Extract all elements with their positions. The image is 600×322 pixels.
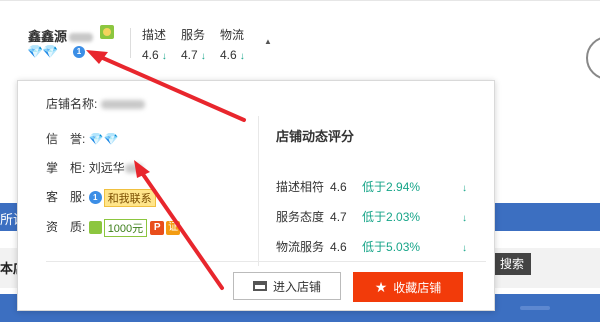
service-badge-icon: 1 <box>73 46 85 58</box>
score-label: 描述 <box>142 28 167 42</box>
score-logistics: 物流 4.6 ↓ <box>220 26 245 62</box>
dynamic-rating-row: 物流服务 4.6 低于5.03% ↓ <box>276 238 467 255</box>
rating-compare: 低于5.03% <box>362 240 421 254</box>
down-arrow-icon: ↓ <box>200 51 206 62</box>
search-button[interactable]: 搜索 <box>493 253 531 275</box>
credit-row: 信 誉: 💎💎 <box>46 130 119 147</box>
cs-label: 客 服: <box>46 190 86 204</box>
blurred-name <box>69 33 94 43</box>
blurred-shop-name <box>100 100 145 110</box>
caret-up-icon[interactable]: ▲ <box>264 37 272 46</box>
shop-name-label: 店铺名称: <box>46 97 98 111</box>
rating-compare: 低于2.03% <box>362 210 421 224</box>
owner-name: 刘远华 <box>88 161 125 175</box>
rating-label: 物流服务 <box>276 240 325 254</box>
score-label: 物流 <box>220 28 245 42</box>
enter-shop-label: 进入店铺 <box>272 279 321 294</box>
p-badge-icon[interactable]: P <box>150 220 165 235</box>
qualification-label: 资 质: <box>46 220 86 234</box>
rating-value: 4.6 <box>330 240 347 254</box>
credit-label: 信 誉: <box>46 132 86 146</box>
blurred-owner <box>124 164 143 174</box>
qualification-row: 资 质: 1000元 P 证 <box>46 218 181 237</box>
wangwang-icon[interactable] <box>100 25 114 39</box>
rating-label: 描述相符 <box>276 180 325 194</box>
contact-me-button[interactable]: 和我联系 <box>103 188 156 207</box>
favorite-shop-label: 收藏店铺 <box>393 280 442 295</box>
rating-value: 4.6 <box>330 180 347 194</box>
deposit-amount[interactable]: 1000元 <box>103 218 148 237</box>
header-divider <box>130 28 131 58</box>
shop-name-text: 鑫鑫源 <box>28 29 68 44</box>
cs-badge-icon: 1 <box>88 191 102 205</box>
owner-row: 掌 柜: 刘远华 <box>46 159 143 176</box>
license-icon[interactable]: 证 <box>166 220 181 235</box>
circle-icon <box>586 36 600 80</box>
top-border <box>0 0 600 1</box>
score-value: 4.6 ↓ <box>220 48 245 62</box>
shop-info-popup: 店铺名称: 信 誉: 💎💎 掌 柜: 刘远华 客 服: 1 和我联系 资 质: 1… <box>17 80 495 311</box>
rating-label: 服务态度 <box>276 210 325 224</box>
popup-divider <box>258 116 259 266</box>
down-arrow-icon: ↓ <box>462 213 468 224</box>
popup-separator <box>46 261 486 262</box>
owner-label: 掌 柜: <box>46 161 86 175</box>
credit-diamonds: 💎💎 <box>88 132 119 146</box>
favorite-shop-button[interactable]: ★ 收藏店铺 <box>353 272 463 302</box>
down-arrow-icon: ↓ <box>239 51 245 62</box>
score-value: 4.7 ↓ <box>181 48 206 62</box>
score-value: 4.6 ↓ <box>142 48 167 62</box>
store-icon <box>252 281 267 291</box>
credit-diamonds: 💎💎 <box>27 44 58 59</box>
shop-name[interactable]: 鑫鑫源 <box>28 26 94 45</box>
down-arrow-icon: ↓ <box>462 183 468 194</box>
rating-compare: 低于2.94% <box>362 180 421 194</box>
deposit-icon <box>88 221 102 235</box>
score-label: 服务 <box>181 28 206 42</box>
score-service: 服务 4.7 ↓ <box>181 26 206 62</box>
enter-shop-button[interactable]: 进入店铺 <box>233 272 341 300</box>
star-icon: ★ <box>374 278 388 295</box>
down-arrow-icon: ↓ <box>161 51 167 62</box>
bottom-placeholder <box>520 306 550 310</box>
score-describe: 描述 4.6 ↓ <box>142 26 167 62</box>
rating-value: 4.7 <box>330 210 347 224</box>
down-arrow-icon: ↓ <box>462 243 468 254</box>
shop-name-row: 店铺名称: <box>46 95 145 112</box>
dynamic-rating-row: 服务态度 4.7 低于2.03% ↓ <box>276 208 467 225</box>
cs-row: 客 服: 1 和我联系 <box>46 188 156 207</box>
arrow-head <box>86 50 108 64</box>
dynamic-rating-row: 描述相符 4.6 低于2.94% ↓ <box>276 178 467 195</box>
dynamic-rating-title: 店铺动态评分 <box>276 129 355 144</box>
